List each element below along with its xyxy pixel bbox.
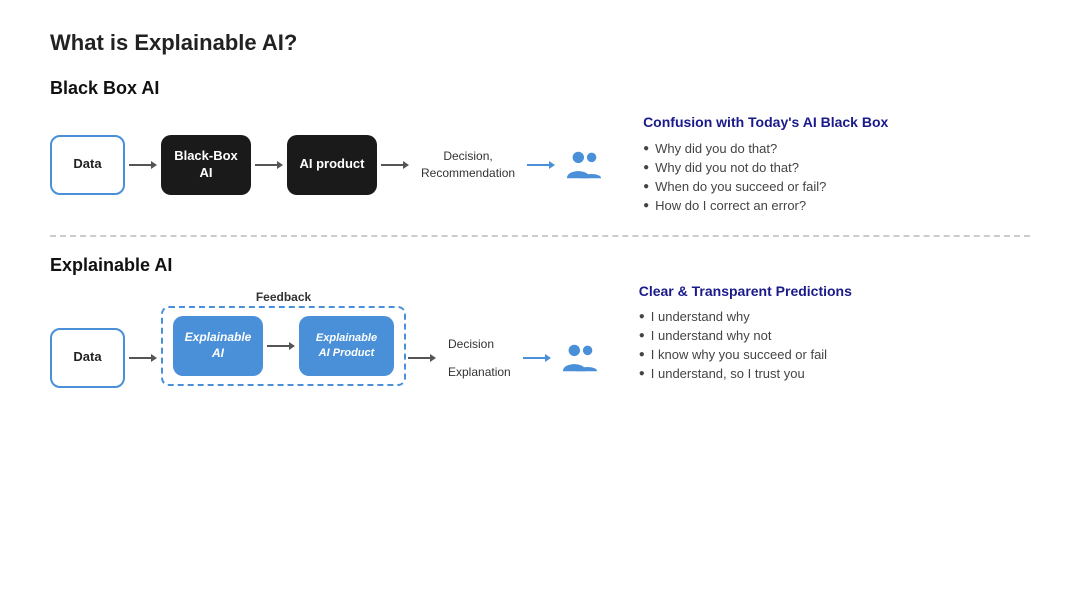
xai-bullet-2: I understand why not [639,328,1030,343]
xai-bullet-4: I understand, so I trust you [639,366,1030,381]
blackbox-title: Black Box AI [50,78,1030,99]
xai-data-box: Data [50,328,125,388]
explainable-diagram-inner: Data Decision Explanation [50,328,599,388]
bb-bullet-1: Why did you do that? [643,141,1030,156]
xai-right-panel: Clear & Transparent Predictions I unders… [639,282,1030,386]
bb-decision-label: Decision,Recommendation [421,148,515,182]
xai-right-panel-title: Clear & Transparent Predictions [639,282,1030,302]
bb-arrow-1 [129,157,157,173]
xai-decision-label: Decision [448,337,511,351]
bb-bullet-3: When do you succeed or fail? [643,179,1030,194]
xai-decision-explanation: Decision Explanation [448,337,511,379]
slide-title: What is Explainable AI? [50,30,1030,56]
bb-bullet-2: Why did you not do that? [643,160,1030,175]
blackbox-section: Black Box AI Data Black-BoxAI AI product [50,78,1030,217]
bb-bullet-4: How do I correct an error? [643,198,1030,213]
bb-decision-area: Decision,Recommendation [421,148,515,182]
bb-arrow-3 [381,157,409,173]
bb-arrow-4 [527,157,555,173]
xai-bullet-3: I know why you succeed or fail [639,347,1030,362]
bb-aiproduct-box: AI product [287,135,377,195]
explainable-title: Explainable AI [50,255,1030,276]
bb-right-panel-title: Confusion with Today's AI Black Box [643,113,1030,133]
bb-arrow-2 [255,157,283,173]
xai-arrow-3 [408,350,436,366]
xai-arrow-1 [129,350,157,366]
slide: What is Explainable AI? Black Box AI Dat… [0,0,1080,589]
section-divider [50,235,1030,237]
bb-blackbox-box: Black-BoxAI [161,135,251,195]
explainable-section: Explainable AI Feedback ExplainableAI [50,255,1030,388]
xai-bullet-list: I understand why I understand why not I … [639,309,1030,381]
feedback-label: Feedback [256,290,311,304]
bb-person-icon [565,146,603,184]
explainable-diagram: Feedback ExplainableAI ExplainableAI Pro… [50,290,599,388]
xai-bullet-1: I understand why [639,309,1030,324]
bb-bullet-list: Why did you do that? Why did you not do … [643,141,1030,213]
xai-person-icon [561,339,599,377]
blackbox-content: Data Black-BoxAI AI product Decis [50,113,1030,217]
xai-arrow-4 [523,350,551,366]
blackbox-diagram: Data Black-BoxAI AI product Decis [50,135,603,195]
xai-explanation-label: Explanation [448,365,511,379]
bb-data-box: Data [50,135,125,195]
explainable-content: Feedback ExplainableAI ExplainableAI Pro… [50,290,1030,388]
bb-right-panel: Confusion with Today's AI Black Box Why … [643,113,1030,217]
